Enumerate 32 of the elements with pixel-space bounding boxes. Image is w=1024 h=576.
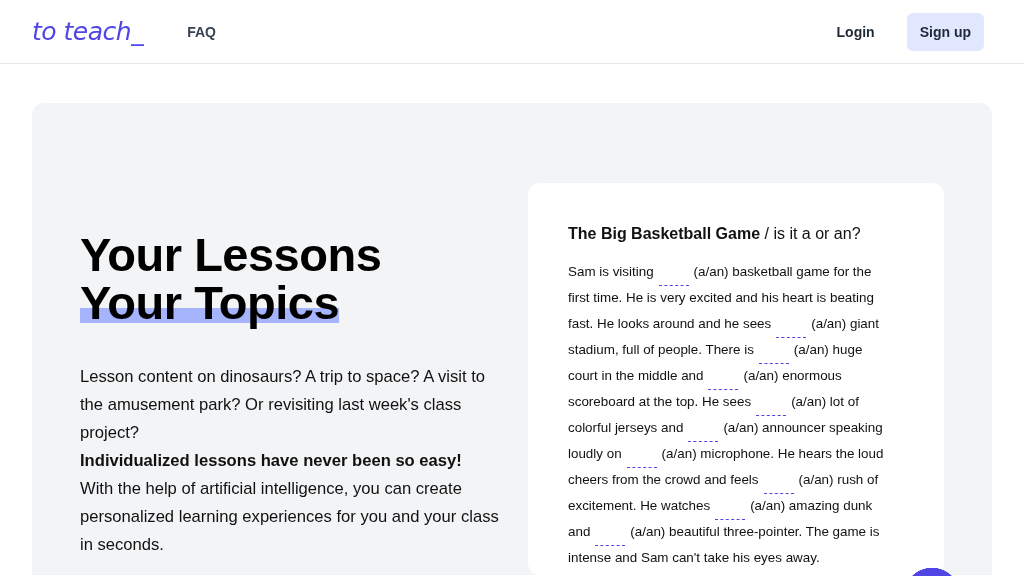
story-text: scoreboard at the top. He sees xyxy=(568,394,752,409)
headline: Your Lessons xyxy=(80,231,382,279)
story-text: (a/an) amazing dunk xyxy=(750,498,873,513)
story-text: Sam is visiting xyxy=(568,264,654,279)
story-text: fast. He looks around and he sees xyxy=(568,316,772,331)
story-text: stadium, full of people. There is xyxy=(568,342,754,357)
nav-link[interactable]: FAQ xyxy=(187,23,216,40)
story-text: (a/an) huge xyxy=(793,342,863,357)
story-text: loudly on xyxy=(568,446,622,461)
login-link[interactable]: Login xyxy=(836,23,875,40)
story-text: intense and Sam can't take his eyes away. xyxy=(568,550,820,565)
sign-up-button[interactable]: Sign up xyxy=(906,12,984,51)
story-text: and xyxy=(568,524,591,539)
story-text: cheers from the crowd and feels xyxy=(568,472,759,487)
story-text: colorful jerseys and xyxy=(568,420,684,435)
story-text: (a/an) rush of xyxy=(798,472,879,487)
story-text: (a/an) lot of xyxy=(791,394,859,409)
story-text: (a/an) beautiful three-pointer. The game is xyxy=(630,524,880,539)
story-text: first time. He is very excited and his heart is beating xyxy=(568,290,874,305)
story-text: (a/an) basketball game for the xyxy=(693,264,872,279)
story-text: (a/an) enormous xyxy=(743,368,842,383)
logo[interactable]: to teach_ xyxy=(32,17,144,46)
description-text: With the help of artificial intelligence, you can create personalized learning experiences for you and your class in seconds. xyxy=(80,478,500,556)
story-text: (a/an) microphone. He hears the loud xyxy=(661,446,884,461)
tagline: Individualized lessons have never been so easy! xyxy=(80,450,463,472)
story-text: excitement. He watches xyxy=(568,498,711,513)
description-text: Lesson content on dinosaurs? A trip to space? A visit to the amusement park? Or revisiting last week's class project? xyxy=(80,366,486,444)
story-subtitle: / is it a or an? xyxy=(764,225,861,242)
story-title: The Big Basketball Game xyxy=(568,225,761,242)
story-text: court in the middle and xyxy=(568,368,704,383)
story-text: (a/an) announcer speaking xyxy=(723,420,883,435)
story-text: (a/an) giant xyxy=(811,316,879,331)
